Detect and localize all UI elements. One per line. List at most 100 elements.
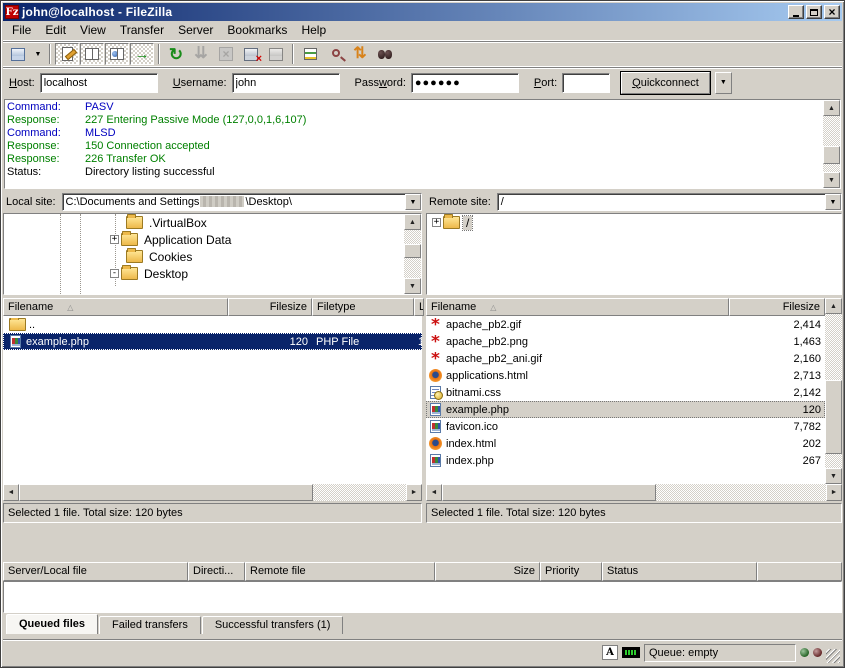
local-hscrollbar[interactable]: ◄ ►	[3, 484, 422, 501]
scroll-left-icon[interactable]: ◄	[3, 484, 19, 501]
scroll-right-icon[interactable]: ►	[826, 484, 842, 501]
log-scrollbar[interactable]: ▲ ▼	[823, 100, 840, 188]
file-row[interactable]: *apache_pb2.gif2,414	[426, 316, 825, 333]
activity-led-red-icon	[813, 648, 822, 657]
close-button[interactable]: ×	[824, 5, 840, 19]
file-row[interactable]: favicon.ico7,782	[426, 418, 825, 435]
log-text: 227 Entering Passive Mode (127,0,0,1,6,1…	[85, 114, 306, 127]
browser-panes: Local site: C:\Documents and Settings\De…	[3, 192, 842, 554]
file-row[interactable]: applications.html2,713	[426, 367, 825, 384]
column-filesize[interactable]: Filesize	[729, 298, 825, 316]
menu-view[interactable]: View	[73, 21, 113, 40]
tree-item-root[interactable]: + /	[427, 214, 841, 231]
site-manager-dropdown-button[interactable]: ▼	[31, 43, 45, 65]
toggle-message-log-button[interactable]	[55, 43, 79, 65]
site-manager-button[interactable]	[6, 43, 30, 65]
tree-item-cookies[interactable]: Cookies	[4, 248, 404, 265]
scroll-thumb[interactable]	[442, 484, 656, 501]
menu-file[interactable]: File	[5, 21, 38, 40]
file-row-example-php[interactable]: example.php 120 PHP File 1	[3, 333, 422, 350]
toggle-remote-tree-button[interactable]	[105, 43, 129, 65]
scroll-thumb[interactable]	[404, 244, 421, 258]
remote-vscrollbar[interactable]: ▲ ▼	[825, 298, 842, 484]
scroll-up-icon[interactable]: ▲	[404, 214, 421, 230]
local-site-combobox[interactable]: C:\Documents and Settings\Desktop\ ▼	[62, 193, 422, 211]
remote-list-area: Filename△ Filesize *apache_pb2.gif2,414 …	[426, 298, 842, 484]
tab-successful-transfers[interactable]: Successful transfers (1)	[202, 616, 344, 634]
username-input[interactable]	[232, 73, 340, 93]
combo-dropdown-icon[interactable]: ▼	[825, 194, 841, 210]
column-filetype[interactable]: Filetype	[312, 298, 414, 316]
log-label: Response:	[7, 153, 85, 166]
queue-header: Server/Local file Directi... Remote file…	[3, 562, 842, 581]
column-size[interactable]: Size	[435, 562, 540, 581]
expand-icon[interactable]: +	[110, 235, 119, 244]
remote-hscrollbar[interactable]: ◄ ►	[426, 484, 842, 501]
menu-help[interactable]: Help	[294, 21, 333, 40]
resize-grip[interactable]	[826, 649, 840, 663]
local-tree-scrollbar[interactable]: ▲ ▼	[404, 214, 421, 294]
menu-transfer[interactable]: Transfer	[113, 21, 171, 40]
scroll-down-icon[interactable]: ▼	[825, 468, 842, 484]
column-filesize[interactable]: Filesize	[228, 298, 312, 316]
find-files-button[interactable]	[373, 43, 397, 65]
collapse-icon[interactable]: -	[110, 269, 119, 278]
quickconnect-dropdown-button[interactable]: ▼	[715, 72, 732, 94]
toggle-local-tree-button[interactable]	[80, 43, 104, 65]
reconnect-button[interactable]	[264, 43, 288, 65]
menu-server[interactable]: Server	[171, 21, 220, 40]
tree-item-application-data[interactable]: + Application Data	[4, 231, 404, 248]
column-direction[interactable]: Directi...	[188, 562, 245, 581]
scroll-up-icon[interactable]: ▲	[823, 100, 840, 116]
cancel-button[interactable]: ×	[214, 43, 238, 65]
directory-comparison-button[interactable]	[323, 43, 347, 65]
scroll-thumb[interactable]	[825, 380, 842, 454]
minimize-button[interactable]	[788, 5, 804, 19]
password-input[interactable]	[411, 73, 519, 93]
file-row[interactable]: index.html202	[426, 435, 825, 452]
tab-queued-files[interactable]: Queued files	[6, 614, 98, 634]
file-row[interactable]: bitnami.css2,142	[426, 384, 825, 401]
tab-failed-transfers[interactable]: Failed transfers	[99, 616, 201, 634]
menu-bookmarks[interactable]: Bookmarks	[220, 21, 294, 40]
local-site-label: Local site:	[3, 194, 62, 211]
file-row[interactable]: *apache_pb2_ani.gif2,160	[426, 350, 825, 367]
scroll-down-icon[interactable]: ▼	[823, 172, 840, 188]
menu-edit[interactable]: Edit	[38, 21, 73, 40]
toggle-queue-button[interactable]: →	[130, 43, 154, 65]
column-remote-file[interactable]: Remote file	[245, 562, 435, 581]
tree-item-virtualbox[interactable]: .VirtualBox	[4, 214, 404, 231]
column-filename[interactable]: Filename△	[426, 298, 729, 316]
host-input[interactable]	[40, 73, 158, 93]
synchronized-browsing-button[interactable]: ⇅	[348, 43, 372, 65]
quickconnect-button[interactable]: Quickconnect	[621, 72, 710, 94]
column-priority[interactable]: Priority	[540, 562, 602, 581]
column-filename[interactable]: Filename△	[3, 298, 228, 316]
file-row-parent-dir[interactable]: ..	[3, 316, 422, 333]
scroll-left-icon[interactable]: ◄	[426, 484, 442, 501]
password-label: Password:	[355, 77, 406, 89]
column-status[interactable]: Status	[602, 562, 757, 581]
process-queue-button[interactable]: ⇊	[189, 43, 213, 65]
file-row[interactable]: *apache_pb2.png1,463	[426, 333, 825, 350]
apache-file-icon: *	[428, 318, 443, 332]
remote-site-combobox[interactable]: / ▼	[497, 193, 842, 211]
maximize-button[interactable]	[806, 5, 822, 19]
file-row[interactable]: index.php267	[426, 452, 825, 469]
css-file-icon	[428, 386, 443, 400]
scroll-down-icon[interactable]: ▼	[404, 278, 421, 294]
port-input[interactable]	[562, 73, 610, 93]
combo-dropdown-icon[interactable]: ▼	[405, 194, 421, 210]
file-row-selected[interactable]: example.php120	[426, 401, 825, 418]
filter-button[interactable]	[298, 43, 322, 65]
scroll-right-icon[interactable]: ►	[406, 484, 422, 501]
refresh-button[interactable]: ↻	[164, 43, 188, 65]
tree-item-desktop[interactable]: - Desktop	[4, 265, 404, 282]
local-site-bar: Local site: C:\Documents and Settings\De…	[3, 192, 422, 212]
disconnect-button[interactable]: ×	[239, 43, 263, 65]
column-server-local-file[interactable]: Server/Local file	[3, 562, 188, 581]
scroll-up-icon[interactable]: ▲	[825, 298, 842, 314]
expand-icon[interactable]: +	[432, 218, 441, 227]
scroll-thumb[interactable]	[823, 146, 840, 164]
scroll-thumb[interactable]	[19, 484, 313, 501]
